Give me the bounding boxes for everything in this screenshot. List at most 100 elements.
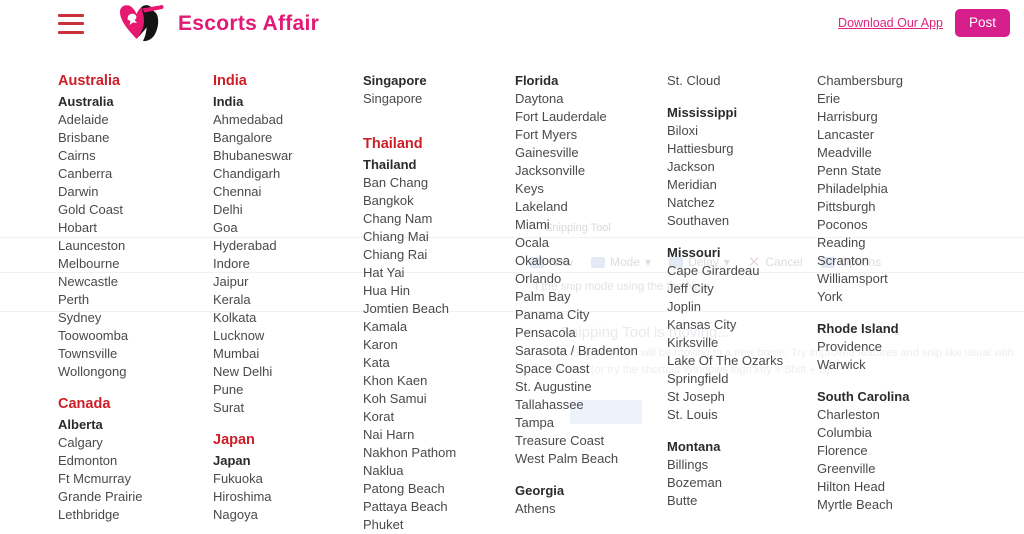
city-link[interactable]: Daytona [515, 90, 667, 108]
city-link[interactable]: Billings [667, 456, 817, 474]
region-heading[interactable]: Mississippi [667, 104, 817, 122]
city-link[interactable]: Adelaide [58, 111, 213, 129]
region-heading[interactable]: Thailand [363, 156, 515, 174]
region-heading[interactable]: Montana [667, 438, 817, 456]
city-link[interactable]: Ahmedabad [213, 111, 363, 129]
city-link[interactable]: Harrisburg [817, 108, 967, 126]
city-link[interactable]: Kerala [213, 291, 363, 309]
city-link[interactable]: Southaven [667, 212, 817, 230]
city-link[interactable]: Butte [667, 492, 817, 510]
brand-logo[interactable]: Escorts Affair [116, 3, 319, 45]
city-link[interactable]: Canberra [58, 165, 213, 183]
city-link[interactable]: Chandigarh [213, 165, 363, 183]
city-link[interactable]: Bangalore [213, 129, 363, 147]
city-link[interactable]: Reading [817, 234, 967, 252]
city-link[interactable]: Naklua [363, 462, 515, 480]
city-link[interactable]: Chang Nam [363, 210, 515, 228]
region-heading[interactable]: Rhode Island [817, 320, 967, 338]
city-link[interactable]: Nakhon Pathom [363, 444, 515, 462]
city-link[interactable]: Erie [817, 90, 967, 108]
city-link[interactable]: Space Coast [515, 360, 667, 378]
city-link[interactable]: Gold Coast [58, 201, 213, 219]
city-link[interactable]: Korat [363, 408, 515, 426]
city-link[interactable]: Kansas City [667, 316, 817, 334]
city-link[interactable]: Koh Samui [363, 390, 515, 408]
city-link[interactable]: Natchez [667, 194, 817, 212]
city-link[interactable]: Brisbane [58, 129, 213, 147]
city-link[interactable]: Tallahassee [515, 396, 667, 414]
city-link[interactable]: Meadville [817, 144, 967, 162]
city-link[interactable]: Singapore [363, 90, 515, 108]
city-link[interactable]: Darwin [58, 183, 213, 201]
city-link[interactable]: Edmonton [58, 452, 213, 470]
city-link[interactable]: Hilton Head [817, 478, 967, 496]
city-link[interactable]: Hattiesburg [667, 140, 817, 158]
city-link[interactable]: Florence [817, 442, 967, 460]
city-link[interactable]: Grande Prairie [58, 488, 213, 506]
city-link[interactable]: Launceston [58, 237, 213, 255]
country-heading[interactable]: Australia [58, 72, 213, 91]
city-link[interactable]: Hyderabad [213, 237, 363, 255]
city-link[interactable]: Fukuoka [213, 470, 363, 488]
city-link[interactable]: Charleston [817, 406, 967, 424]
city-link[interactable]: Nagoya [213, 506, 363, 524]
city-link[interactable]: Williamsport [817, 270, 967, 288]
city-link[interactable]: Wollongong [58, 363, 213, 381]
city-link[interactable]: Hobart [58, 219, 213, 237]
city-link[interactable]: Melbourne [58, 255, 213, 273]
city-link[interactable]: Orlando [515, 270, 667, 288]
city-link[interactable]: Toowoomba [58, 327, 213, 345]
city-link[interactable]: Pittsburgh [817, 198, 967, 216]
country-heading[interactable]: India [213, 72, 363, 91]
region-heading[interactable]: India [213, 93, 363, 111]
region-heading[interactable]: Australia [58, 93, 213, 111]
city-link[interactable]: Bhubaneswar [213, 147, 363, 165]
city-link[interactable]: Jeff City [667, 280, 817, 298]
city-link[interactable]: Greenville [817, 460, 967, 478]
city-link[interactable]: Calgary [58, 434, 213, 452]
city-link[interactable]: Pensacola [515, 324, 667, 342]
city-link[interactable]: Mumbai [213, 345, 363, 363]
city-link[interactable]: Sarasota / Bradenton [515, 342, 667, 360]
hamburger-menu-icon[interactable] [58, 13, 84, 34]
city-link[interactable]: Penn State [817, 162, 967, 180]
city-link[interactable]: Tampa [515, 414, 667, 432]
region-heading[interactable]: Florida [515, 72, 667, 90]
region-heading[interactable]: South Carolina [817, 388, 967, 406]
city-link[interactable]: Indore [213, 255, 363, 273]
city-link[interactable]: Surat [213, 399, 363, 417]
city-link[interactable]: Joplin [667, 298, 817, 316]
city-link[interactable]: Kolkata [213, 309, 363, 327]
post-button[interactable]: Post [954, 9, 1010, 37]
city-link[interactable]: Goa [213, 219, 363, 237]
city-link[interactable]: Perth [58, 291, 213, 309]
city-link[interactable]: Townsville [58, 345, 213, 363]
city-link[interactable]: Newcastle [58, 273, 213, 291]
city-link[interactable]: Springfield [667, 370, 817, 388]
region-heading[interactable]: Georgia [515, 482, 667, 500]
city-link[interactable]: Chennai [213, 183, 363, 201]
city-link[interactable]: Karon [363, 336, 515, 354]
city-link[interactable]: St Joseph [667, 388, 817, 406]
city-link[interactable]: Poconos [817, 216, 967, 234]
city-link[interactable]: Pattaya Beach [363, 498, 515, 516]
city-link[interactable]: Palm Bay [515, 288, 667, 306]
region-heading[interactable]: Missouri [667, 244, 817, 262]
region-heading[interactable]: Alberta [58, 416, 213, 434]
city-link[interactable]: York [817, 288, 967, 306]
city-link[interactable]: Bozeman [667, 474, 817, 492]
city-link[interactable]: Hiroshima [213, 488, 363, 506]
city-link[interactable]: New Delhi [213, 363, 363, 381]
city-link[interactable]: Jacksonville [515, 162, 667, 180]
city-link[interactable]: Meridian [667, 176, 817, 194]
city-link[interactable]: Jaipur [213, 273, 363, 291]
city-link[interactable]: Treasure Coast [515, 432, 667, 450]
city-link[interactable]: Nai Harn [363, 426, 515, 444]
city-link[interactable]: Ban Chang [363, 174, 515, 192]
city-link[interactable]: Cape Girardeau [667, 262, 817, 280]
city-link[interactable]: Bangkok [363, 192, 515, 210]
city-link[interactable]: Myrtle Beach [817, 496, 967, 514]
city-link[interactable]: Lethbridge [58, 506, 213, 524]
city-link[interactable]: Chambersburg [817, 72, 967, 90]
city-link[interactable]: Fort Myers [515, 126, 667, 144]
